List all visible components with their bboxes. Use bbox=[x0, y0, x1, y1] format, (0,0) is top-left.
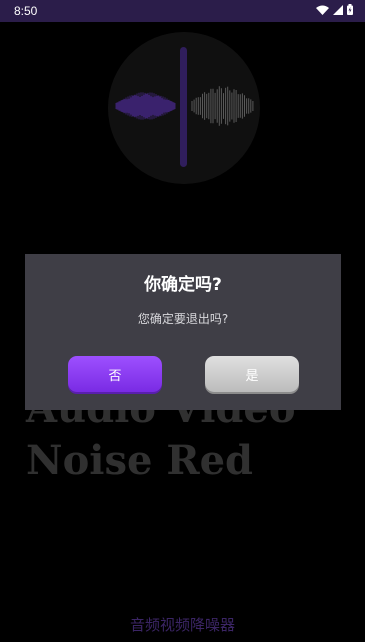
no-button[interactable]: 否 bbox=[68, 356, 162, 392]
signal-icon bbox=[333, 4, 343, 15]
yes-button[interactable]: 是 bbox=[205, 356, 299, 392]
dialog-message: 您确定要退出吗? bbox=[137, 312, 229, 326]
status-icons bbox=[316, 4, 353, 15]
status-time: 8:50 bbox=[14, 4, 38, 18]
wifi-icon bbox=[316, 5, 329, 15]
battery-icon bbox=[347, 4, 353, 15]
status-bar: 8:50 bbox=[0, 0, 365, 22]
dialog-title: 你确定吗? bbox=[144, 275, 222, 295]
exit-confirm-dialog: 你确定吗? 您确定要退出吗? 否 是 bbox=[25, 254, 341, 410]
